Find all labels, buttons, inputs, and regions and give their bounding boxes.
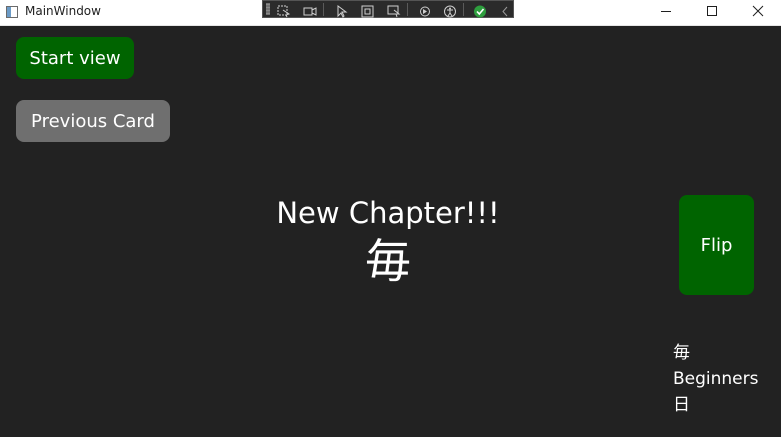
hot-reload-icon[interactable] <box>418 3 432 17</box>
check-icon[interactable] <box>473 3 487 18</box>
box-icon[interactable] <box>361 3 375 18</box>
track-focus-icon[interactable] <box>387 3 401 18</box>
toolbar-separator <box>463 3 464 16</box>
main-window: MainWindow Start view Previous Card New … <box>0 0 781 437</box>
window-title: MainWindow <box>25 4 101 18</box>
flip-button[interactable]: Flip <box>679 195 754 295</box>
debug-toolbar <box>262 0 514 18</box>
toolbar-separator <box>407 3 408 16</box>
select-element-icon[interactable] <box>277 3 291 18</box>
card-info-panel: 毎 Beginners 日 <box>673 340 759 418</box>
app-icon <box>6 6 18 18</box>
info-level: Beginners <box>673 369 759 389</box>
previous-card-button[interactable]: Previous Card <box>16 100 170 142</box>
toolbar-grip-icon[interactable] <box>266 3 270 15</box>
close-icon[interactable] <box>735 0 781 26</box>
minimize-icon[interactable] <box>643 0 689 26</box>
video-icon[interactable] <box>303 3 317 16</box>
cursor-icon[interactable] <box>335 3 349 18</box>
accessibility-icon[interactable] <box>443 3 457 18</box>
info-reading: 日 <box>673 395 690 415</box>
title-bar[interactable]: MainWindow <box>0 0 781 26</box>
toolbar-separator <box>323 3 324 16</box>
maximize-icon[interactable] <box>689 0 735 26</box>
info-kanji: 毎 <box>673 343 690 363</box>
card-title: New Chapter!!! <box>276 196 500 230</box>
collapse-chevron-icon[interactable] <box>499 3 513 17</box>
start-view-button[interactable]: Start view <box>16 37 134 79</box>
card-kanji: 毎 <box>365 234 411 288</box>
